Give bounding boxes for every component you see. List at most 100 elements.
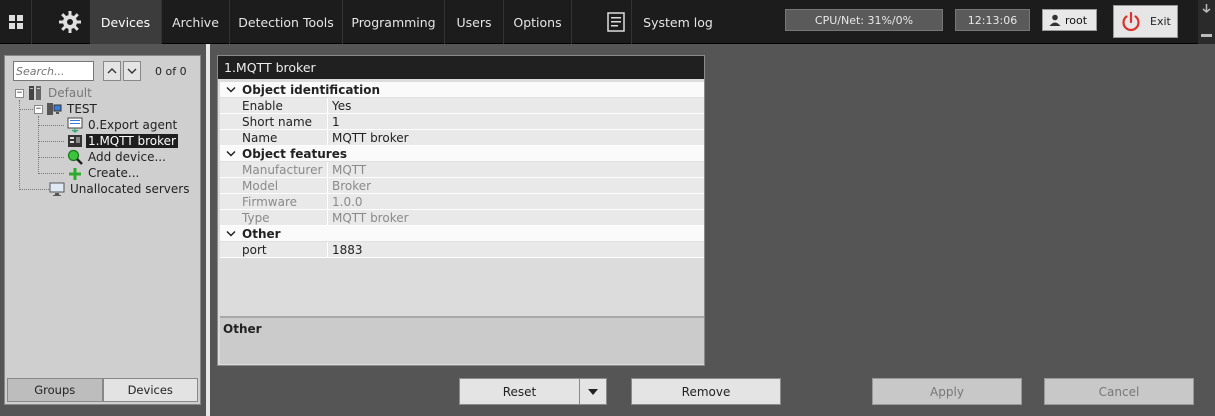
device-tree-panel: 0 of 0 − Default − TEST 0.Export agent 1…	[4, 55, 201, 405]
property-value: 1.0.0	[332, 194, 363, 209]
cancel-button[interactable]: Cancel	[1044, 378, 1194, 405]
server-group-icon	[29, 86, 41, 100]
section-title: Other	[242, 226, 281, 241]
tree-item-label: 1.MQTT broker	[86, 134, 178, 148]
tree-item-mqtt-broker[interactable]: 1.MQTT broker	[67, 133, 178, 149]
collapse-toggle[interactable]: −	[15, 88, 24, 98]
property-row-port[interactable]: port 1883	[220, 241, 704, 258]
property-key: Model	[220, 177, 328, 194]
tree-line	[19, 109, 33, 110]
property-row-firmware: Firmware 1.0.0	[220, 193, 704, 210]
property-value[interactable]: MQTT broker	[328, 131, 409, 145]
remove-button[interactable]: Remove	[631, 378, 781, 405]
cpu-net-status: CPU/Net: 31%/0%	[785, 9, 943, 31]
property-value[interactable]: 1	[328, 115, 340, 129]
user-icon	[1049, 14, 1061, 26]
toolbar-side-strip	[1198, 0, 1215, 44]
panel-bottom-tabs: Groups Devices	[7, 378, 198, 402]
tree-item-default[interactable]: − Default	[15, 85, 94, 101]
tree-line	[38, 125, 64, 126]
property-value[interactable]: Yes	[328, 99, 351, 113]
property-key: Name	[220, 129, 328, 146]
property-key: port	[220, 241, 328, 258]
export-agent-icon	[67, 117, 83, 133]
section-title: Object identification	[242, 82, 381, 97]
computer-icon	[47, 103, 62, 115]
search-next-button[interactable]	[123, 61, 141, 81]
tab-options[interactable]: Options	[504, 0, 572, 44]
apply-button[interactable]: Apply	[872, 378, 1022, 405]
tree-line	[19, 100, 20, 190]
chevron-down-icon[interactable]	[220, 150, 242, 157]
tree-item-label: Add device...	[88, 150, 166, 164]
tree-item-unallocated-servers[interactable]: Unallocated servers	[49, 181, 191, 197]
properties-title: 1.MQTT broker	[218, 56, 704, 79]
property-row-manufacturer: Manufacturer MQTT	[220, 161, 704, 178]
property-row-name[interactable]: Name MQTT broker	[220, 129, 704, 146]
system-log-button[interactable]: System log	[634, 0, 722, 44]
broker-icon	[68, 135, 82, 147]
tab-devices-list[interactable]: Devices	[102, 378, 198, 402]
property-row-short-name[interactable]: Short name 1	[220, 113, 704, 130]
search-input[interactable]	[13, 61, 94, 81]
property-value[interactable]: 1883	[328, 243, 363, 257]
property-grid: Object identification Enable Yes Short na…	[220, 82, 704, 258]
property-row-type: Type MQTT broker	[220, 209, 704, 226]
panel-splitter[interactable]	[206, 44, 210, 416]
gear-icon[interactable]	[50, 0, 90, 44]
property-row-enable[interactable]: Enable Yes	[220, 97, 704, 114]
username: root	[1065, 13, 1088, 27]
exit-label: Exit	[1150, 15, 1171, 28]
property-key: Short name	[220, 113, 328, 130]
property-key: Enable	[220, 97, 328, 114]
section-title: Object features	[242, 146, 348, 161]
grid-menu-icon[interactable]	[0, 0, 32, 44]
search-prev-button[interactable]	[103, 61, 121, 81]
user-badge[interactable]: root	[1042, 9, 1097, 31]
tree-item-label: Unallocated servers	[70, 182, 190, 196]
tab-devices[interactable]: Devices	[90, 0, 162, 44]
tree-item-label: 0.Export agent	[88, 118, 178, 132]
chevron-up-icon	[107, 68, 117, 74]
tree-line	[38, 157, 64, 158]
top-toolbar: Devices Archive Detection Tools Programm…	[0, 0, 1215, 44]
log-icon[interactable]	[600, 0, 632, 44]
section-object-identification[interactable]: Object identification	[220, 82, 704, 98]
property-description: Other	[220, 316, 704, 364]
collapse-toggle[interactable]: −	[34, 104, 43, 114]
section-object-features[interactable]: Object features	[220, 146, 704, 162]
property-value: MQTT	[332, 162, 367, 177]
tab-programming[interactable]: Programming	[343, 0, 445, 44]
chevron-down-icon[interactable]	[220, 230, 242, 237]
tree-line	[38, 173, 64, 174]
reset-button[interactable]: Reset	[459, 378, 580, 405]
triangle-down-icon	[588, 388, 598, 395]
tab-archive[interactable]: Archive	[162, 0, 230, 44]
monitor-icon	[49, 182, 65, 196]
tab-users[interactable]: Users	[445, 0, 504, 44]
tree-item-test[interactable]: − TEST	[34, 101, 99, 117]
chevron-down-icon[interactable]	[220, 86, 242, 93]
tree-line	[19, 189, 49, 190]
reset-dropdown-button[interactable]	[579, 378, 607, 405]
magnifier-icon	[67, 149, 83, 165]
property-row-model: Model Broker	[220, 177, 704, 194]
tree-item-label: TEST	[67, 102, 97, 116]
property-key: Type	[220, 209, 328, 226]
tree-line	[38, 141, 64, 142]
search-result-count: 0 of 0	[155, 65, 187, 78]
tree-item-add-device[interactable]: Add device...	[67, 149, 168, 165]
tab-detection-tools[interactable]: Detection Tools	[230, 0, 343, 44]
property-value: Broker	[332, 178, 372, 193]
clock: 12:13:06	[955, 9, 1030, 31]
tab-groups[interactable]: Groups	[7, 378, 103, 402]
tree-item-create[interactable]: Create...	[67, 165, 141, 181]
plus-icon	[69, 168, 81, 180]
section-other[interactable]: Other	[220, 226, 704, 242]
tree-item-export-agent[interactable]: 0.Export agent	[67, 117, 179, 133]
exit-button[interactable]: Exit	[1113, 5, 1178, 38]
properties-panel: 1.MQTT broker Object identification Enab…	[217, 55, 705, 366]
power-icon	[1122, 11, 1140, 31]
tree-item-label: Default	[48, 86, 92, 100]
property-key: Firmware	[220, 193, 328, 210]
